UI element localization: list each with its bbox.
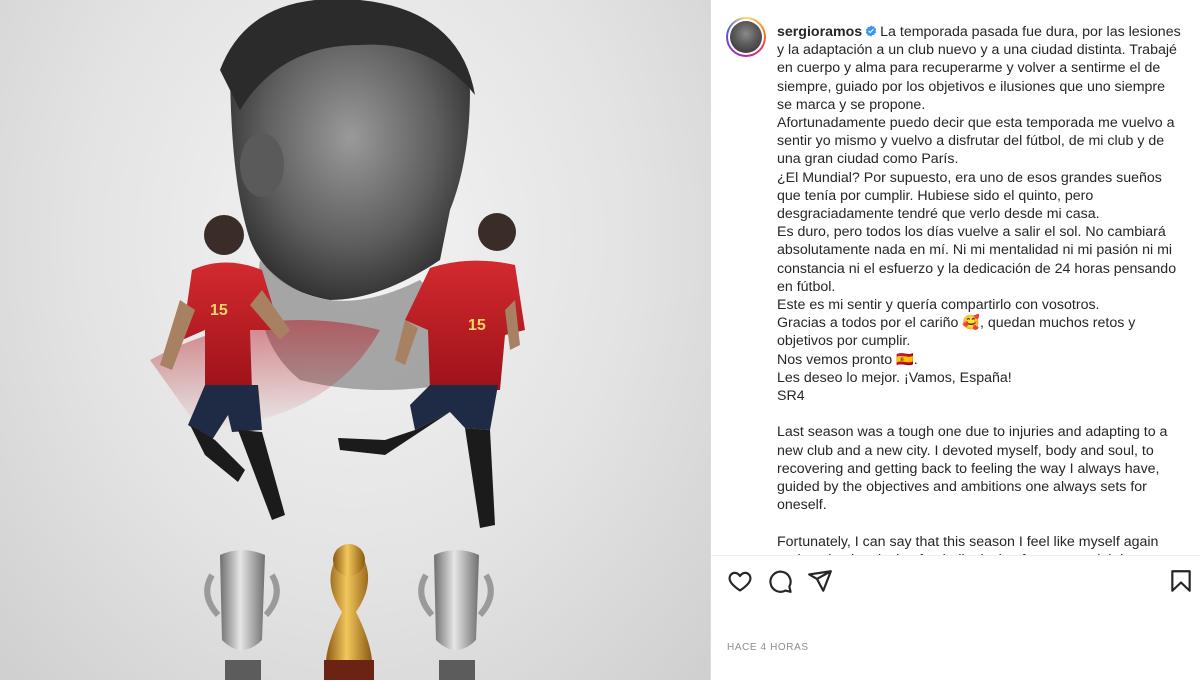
bookmark-icon[interactable] <box>1168 568 1194 594</box>
trophy-euro-right-graphic <box>418 550 494 680</box>
post-timestamp[interactable]: HACE 4 HORAS <box>727 642 809 653</box>
avatar[interactable] <box>726 17 766 57</box>
avatar-ring-inner <box>728 19 764 55</box>
trophy-euro-left-graphic <box>204 550 280 680</box>
portrait-graphic <box>150 0 475 430</box>
caption-text: La temporada pasada fue dura, por las le… <box>777 24 1181 555</box>
shirt-number: 15 <box>468 317 486 334</box>
caption-scroll-area[interactable]: sergioramos La temporada pasada fue dura,… <box>711 0 1200 555</box>
post-caption: sergioramos La temporada pasada fue dura,… <box>777 23 1183 555</box>
comment-icon[interactable] <box>767 568 793 594</box>
username-link[interactable]: sergioramos <box>777 24 862 40</box>
post-image[interactable]: 15 15 <box>0 0 710 680</box>
shirt-number: 15 <box>210 302 228 319</box>
trophy-world-cup-graphic <box>324 544 374 680</box>
heart-icon[interactable] <box>727 568 753 594</box>
post-sidebar: sergioramos La temporada pasada fue dura,… <box>710 0 1200 681</box>
action-bar: HACE 4 HORAS <box>711 555 1200 681</box>
verified-badge-icon <box>865 25 877 37</box>
avatar-image <box>730 21 762 53</box>
post-artwork: 15 15 <box>150 0 525 680</box>
paper-plane-icon[interactable] <box>807 568 833 594</box>
